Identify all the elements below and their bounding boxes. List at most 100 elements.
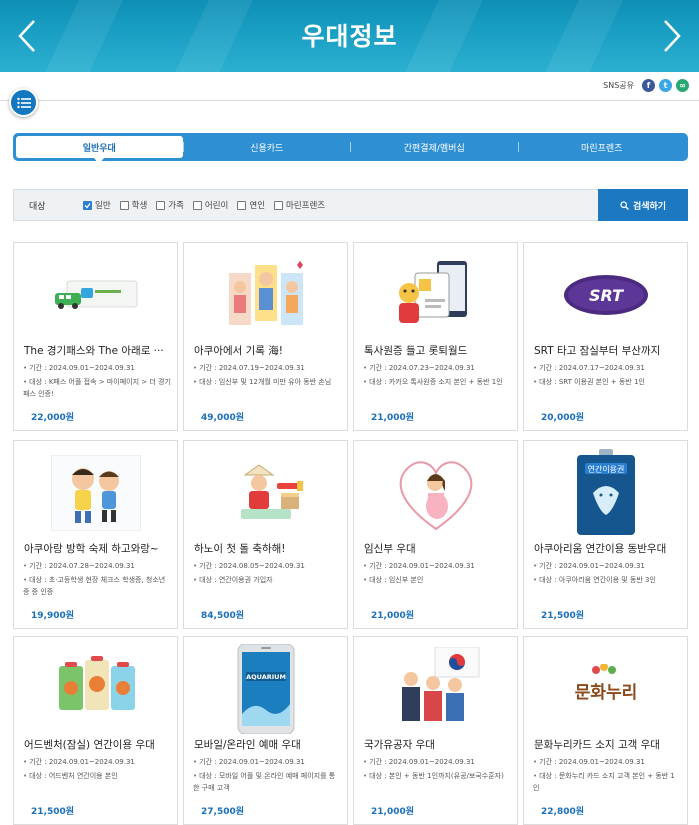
card-target: • 대상 : K패스 어플 접속 > 마이페이지 > 더 경기패스 인증! xyxy=(23,378,171,398)
card-title: 국가유공자 우대 xyxy=(364,739,435,751)
checkbox-icon[interactable] xyxy=(156,200,166,210)
thumbnail xyxy=(354,449,517,537)
thumbnail: AQUARIUM xyxy=(184,644,347,734)
search-icon xyxy=(620,200,629,210)
filter-option-child[interactable]: 어린이 xyxy=(192,199,228,211)
next-arrow-icon[interactable] xyxy=(659,18,685,54)
tab-easy-pay[interactable]: 간편결제/멤버십 xyxy=(351,136,518,158)
srt-logo-icon: SRT xyxy=(563,275,648,315)
search-button[interactable]: 검색하기 xyxy=(598,189,688,221)
card-target: • 대상 : 어드벤처 연간이용 본인 xyxy=(23,772,118,780)
card-period: • 기간 : 2024.07.28~2024.09.31 xyxy=(23,562,135,570)
card-price: 22,000원 xyxy=(31,413,75,423)
offer-card[interactable]: 아쿠아에서 기록 海! • 기간 : 2024.07.19~2024.09.31 … xyxy=(183,242,348,431)
checkbox-icon[interactable] xyxy=(274,200,284,210)
checkbox-icon[interactable] xyxy=(192,200,202,210)
offer-card[interactable]: The 경기패스와 The 아래로 ··· • 기간 : 2024.09.01~2… xyxy=(13,242,178,431)
adventure-pass-icon xyxy=(58,656,135,710)
first-birthday-icon xyxy=(240,464,303,519)
tab-marine-friends[interactable]: 마린프렌즈 xyxy=(519,136,686,158)
thumbnail: 연간이용권 xyxy=(524,449,687,537)
thumbnail xyxy=(354,251,517,339)
mobile-booking-icon: AQUARIUM xyxy=(237,644,294,734)
card-title: 임신부 우대 xyxy=(364,543,416,555)
header-divider xyxy=(0,100,699,101)
card-period: • 기간 : 2024.09.01~2024.09.31 xyxy=(23,758,135,766)
page-title: 우대정보 xyxy=(301,22,398,51)
filter-option-couple[interactable]: 연인 xyxy=(237,199,265,211)
card-target: • 대상 : 모바일 어플 및 온라인 예매 페이지를 통한 구매 고객 xyxy=(193,772,336,792)
checkbox-icon[interactable] xyxy=(237,200,247,210)
offer-card[interactable]: 톡사원증 들고 롯퇴월드 • 기간 : 2024.07.23~2024.09.31… xyxy=(353,242,518,431)
card-period: • 기간 : 2024.09.01~2024.09.31 xyxy=(533,562,645,570)
card-period: • 기간 : 2024.09.01~2024.09.31 xyxy=(533,758,645,766)
card-title: 어드벤처(잠실) 연간이용 우대 xyxy=(24,739,155,751)
gyeonggi-pass-card-icon xyxy=(54,280,137,309)
card-title: 문화누리카드 소지 고객 우대 xyxy=(534,739,660,751)
list-icon xyxy=(16,97,31,108)
card-title: SRT 타고 잠실부터 부산까지 xyxy=(534,345,661,357)
annual-pass-icon: 연간이용권 xyxy=(576,449,635,535)
family-record-icon xyxy=(228,261,303,325)
card-price: 21,000원 xyxy=(371,807,415,817)
card-target: • 대상 : 카카오 톡사원증 소지 본인 + 동반 1인 xyxy=(363,378,503,386)
twitter-icon[interactable]: t xyxy=(659,79,672,92)
checkbox-checked-icon[interactable] xyxy=(83,200,92,210)
card-title: 아쿠아에서 기록 海! xyxy=(194,345,284,357)
card-title: The 경기패스와 The 아래로 ··· xyxy=(24,345,164,357)
card-target: • 대상 : 임신부 본인 xyxy=(363,576,424,584)
offer-card[interactable]: 임신부 우대 • 기간 : 2024.09.01~2024.09.31 • 대상 :… xyxy=(353,440,518,629)
card-price: 27,500원 xyxy=(201,807,245,817)
national-merit-icon xyxy=(401,647,479,721)
sns-label: SNS공유 xyxy=(603,81,634,90)
offer-card[interactable]: 하노이 첫 돌 축하해! • 기간 : 2024.08.05~2024.09.31… xyxy=(183,440,348,629)
card-title: 톡사원증 들고 롯퇴월드 xyxy=(364,345,468,357)
card-title: 아쿠아랑 방학 숙제 하고와랑~ xyxy=(24,543,159,555)
card-price: 21,500원 xyxy=(541,611,585,621)
offer-card[interactable]: SRT SRT 타고 잠실부터 부산까지 • 기간 : 2024.07.17~20… xyxy=(523,242,688,431)
menu-button[interactable] xyxy=(9,88,38,117)
tab-credit-card[interactable]: 신용카드 xyxy=(184,136,351,158)
offer-card[interactable]: 연간이용권 아쿠아리움 연간이용 동반우대 • 기간 : 2024.09.01~2… xyxy=(523,440,688,629)
thumbnail xyxy=(354,645,517,733)
offer-card[interactable]: 아쿠아랑 방학 숙제 하고와랑~ • 기간 : 2024.07.28~2024.0… xyxy=(13,440,178,629)
svg-text:문화누리: 문화누리 xyxy=(574,683,637,703)
offer-card[interactable]: 어드벤처(잠실) 연간이용 우대 • 기간 : 2024.09.01~2024.0… xyxy=(13,636,178,825)
thumbnail xyxy=(14,645,177,733)
filter-option-general[interactable]: 일반 xyxy=(83,199,111,211)
filter-option-student[interactable]: 학생 xyxy=(119,199,147,211)
thumbnail xyxy=(14,449,177,537)
page-header: 우대정보 xyxy=(0,0,699,72)
card-period: • 기간 : 2024.08.05~2024.09.31 xyxy=(193,562,305,570)
thumbnail xyxy=(14,251,177,339)
offer-card[interactable]: 문화누리 문화누리카드 소지 고객 우대 • 기간 : 2024.09.01~20… xyxy=(523,636,688,825)
checkbox-icon[interactable] xyxy=(119,200,129,210)
card-price: 22,800원 xyxy=(541,807,585,817)
card-price: 21,000원 xyxy=(371,413,415,423)
kids-homework-icon xyxy=(50,455,141,531)
card-target: • 대상 : 아쿠아리움 연간이용 및 동반 3인 xyxy=(533,576,656,584)
card-period: • 기간 : 2024.07.17~2024.09.31 xyxy=(533,364,645,372)
card-period: • 기간 : 2024.07.19~2024.09.31 xyxy=(193,364,305,372)
thumbnail xyxy=(184,449,347,537)
card-price: 49,000원 xyxy=(201,413,245,423)
card-price: 19,900원 xyxy=(31,611,75,621)
filter-label: 대상 xyxy=(29,201,46,212)
target-filter: 대상 일반 학생 가족 어린이 연인 마린프렌즈 검색하기 xyxy=(13,189,688,221)
sns-share: SNS공유 f t ∞ xyxy=(603,79,689,92)
filter-option-marine-friends[interactable]: 마린프렌즈 xyxy=(274,199,325,211)
link-icon[interactable]: ∞ xyxy=(676,79,689,92)
card-target: • 대상 : 연간이용권 가입자 xyxy=(193,576,273,584)
thumbnail: SRT xyxy=(524,251,687,339)
pregnant-woman-icon xyxy=(399,461,472,531)
offer-card[interactable]: AQUARIUM 모바일/온라인 예매 우대 • 기간 : 2024.09.01~… xyxy=(183,636,348,825)
offer-card[interactable]: 국가유공자 우대 • 기간 : 2024.09.01~2024.09.31 • 대상… xyxy=(353,636,518,825)
filter-option-family[interactable]: 가족 xyxy=(156,199,184,211)
card-period: • 기간 : 2024.09.01~2024.09.31 xyxy=(193,758,305,766)
card-price: 84,500원 xyxy=(201,611,245,621)
card-target: • 대상 : SRT 이용권 본인 + 동반 1인 xyxy=(533,378,645,386)
facebook-icon[interactable]: f xyxy=(642,79,655,92)
tab-general[interactable]: 일반우대 xyxy=(16,136,183,164)
svg-text:SRT: SRT xyxy=(588,286,623,305)
card-title: 모바일/온라인 예매 우대 xyxy=(194,739,301,751)
